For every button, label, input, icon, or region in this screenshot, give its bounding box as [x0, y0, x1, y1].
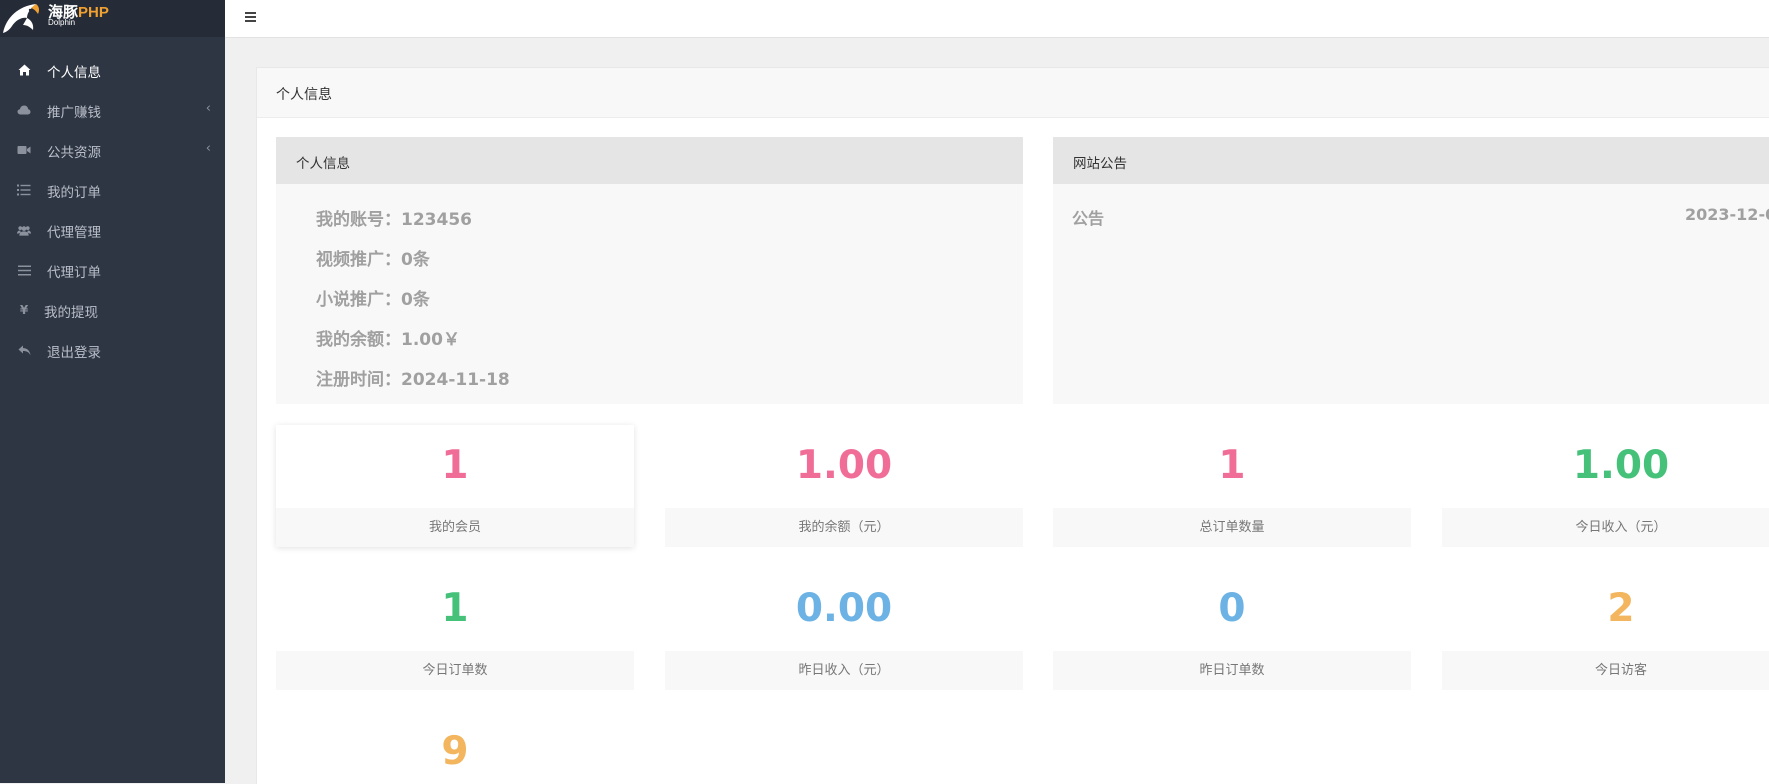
balance-info: 我的余额：1.00￥: [316, 330, 460, 350]
top-bar: [225, 0, 1769, 38]
register-time-info: 注册时间：2024-11-18: [316, 370, 510, 390]
stat-label: 总订单数量: [1053, 508, 1411, 547]
bars-icon: [17, 263, 31, 277]
stat-label: 我的会员: [276, 508, 634, 547]
stat-label: 昨日收入（元）: [665, 651, 1023, 690]
stat-value: 1: [441, 586, 469, 631]
stat-label: 我的余额（元）: [665, 508, 1023, 547]
video-camera-icon: [17, 143, 31, 157]
sidebar: 海豚PHP Dolphin 个人信息 推广赚钱 ‹ 公共资源 ‹ 我的订单 代理…: [0, 0, 225, 783]
logo[interactable]: 海豚PHP Dolphin: [0, 0, 225, 37]
panel-header: 个人信息: [257, 68, 1769, 118]
stat-my-balance: 1.00 我的余额（元）: [665, 425, 1023, 547]
stat-today-income: 1.00 今日收入（元）: [1442, 425, 1769, 547]
stat-label: 今日收入（元）: [1442, 508, 1769, 547]
sidebar-item-agent-management[interactable]: 代理管理: [0, 210, 225, 250]
page-title: 个人信息: [276, 87, 332, 103]
yen-icon: ¥: [19, 303, 29, 317]
sidebar-item-label: 个人信息: [47, 65, 101, 81]
sidebar-item-label: 我的订单: [47, 185, 101, 201]
stat-value: 0: [1218, 586, 1246, 631]
stat-value: 2: [1607, 586, 1635, 631]
personal-info-title: 个人信息: [296, 156, 350, 172]
list-icon: [17, 183, 31, 197]
logo-subtext: Dolphin: [48, 18, 76, 27]
stat-label: 今日订单数: [276, 651, 634, 690]
sidebar-item-profile[interactable]: 个人信息: [0, 50, 225, 90]
novel-promo-info: 小说推广：0条: [316, 290, 430, 310]
notice-title: 网站公告: [1073, 156, 1127, 172]
notice-box: 网站公告 公告 2023-12-0: [1053, 137, 1769, 404]
stat-value: 1: [1218, 443, 1246, 488]
stat-value: 1: [441, 443, 469, 488]
stat-today-visitors: 2 今日访客: [1442, 568, 1769, 690]
stat-today-orders: 1 今日订单数: [276, 568, 634, 690]
sidebar-item-logout[interactable]: 退出登录: [0, 330, 225, 370]
personal-info-box: 个人信息 我的账号：123456 视频推广：0条 小说推广：0条 我的余额：1.…: [276, 137, 1023, 404]
account-info: 我的账号：123456: [316, 210, 472, 230]
sidebar-item-promote[interactable]: 推广赚钱 ‹: [0, 90, 225, 130]
sidebar-item-label: 公共资源: [47, 145, 101, 161]
notice-item-title[interactable]: 公告: [1072, 205, 1104, 229]
sidebar-item-agent-orders[interactable]: 代理订单: [0, 250, 225, 290]
users-icon: [17, 223, 31, 237]
stat-yesterday-income: 0.00 昨日收入（元）: [665, 568, 1023, 690]
sidebar-item-withdraw[interactable]: ¥ 我的提现: [0, 290, 225, 330]
stat-value: 1.00: [795, 443, 893, 488]
reply-icon: [17, 343, 31, 357]
sidebar-item-orders[interactable]: 我的订单: [0, 170, 225, 210]
dolphin-logo-icon: [3, 4, 40, 33]
stat-value: 0.00: [795, 586, 893, 631]
stat-label: 昨日订单数: [1053, 651, 1411, 690]
notice-header: 网站公告: [1053, 137, 1769, 184]
sidebar-item-label: 推广赚钱: [47, 105, 101, 121]
stat-label: 今日访客: [1442, 651, 1769, 690]
video-promo-info: 视频推广：0条: [316, 250, 430, 270]
chevron-left-icon: ‹: [205, 101, 211, 116]
cloud-icon: [17, 103, 31, 117]
stat-value: 1.00: [1572, 443, 1670, 488]
menu-toggle-icon[interactable]: [243, 9, 259, 25]
stat-total-orders: 1 总订单数量: [1053, 425, 1411, 547]
stat-yesterday-orders: 0 昨日订单数: [1053, 568, 1411, 690]
personal-info-header: 个人信息: [276, 137, 1023, 184]
sidebar-item-label: 退出登录: [47, 345, 101, 361]
stat-my-members: 1 我的会员: [276, 425, 634, 547]
chevron-left-icon: ‹: [205, 141, 211, 156]
sidebar-nav: 个人信息 推广赚钱 ‹ 公共资源 ‹ 我的订单 代理管理 代理订单 ¥ 我的提现…: [0, 50, 225, 370]
home-icon: [17, 63, 31, 77]
sidebar-item-label: 我的提现: [44, 305, 98, 321]
sidebar-item-label: 代理管理: [47, 225, 101, 241]
sidebar-item-label: 代理订单: [47, 265, 101, 281]
stat-value: 9: [441, 729, 469, 774]
notice-item-date: 2023-12-0: [1685, 205, 1769, 224]
main-panel: 个人信息 个人信息 我的账号：123456 视频推广：0条 小说推广：0条 我的…: [256, 67, 1769, 784]
stat-extra: 9: [276, 711, 634, 784]
sidebar-item-resources[interactable]: 公共资源 ‹: [0, 130, 225, 170]
